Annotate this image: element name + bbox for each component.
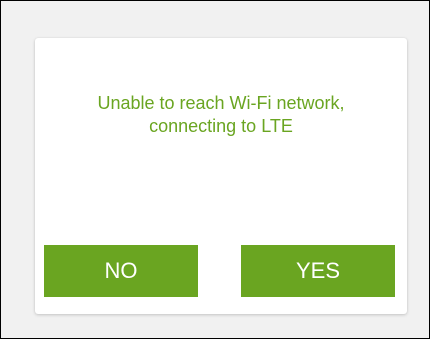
dialog-message-line-1: Unable to reach Wi-Fi network, [97,93,345,113]
dialog-message: Unable to reach Wi-Fi network, connectin… [35,92,407,138]
connection-dialog: Unable to reach Wi-Fi network, connectin… [35,38,407,314]
dialog-message-line-2: connecting to LTE [149,116,293,136]
no-button[interactable]: NO [44,245,198,297]
yes-button[interactable]: YES [241,245,395,297]
screen-background: Unable to reach Wi-Fi network, connectin… [0,0,430,339]
